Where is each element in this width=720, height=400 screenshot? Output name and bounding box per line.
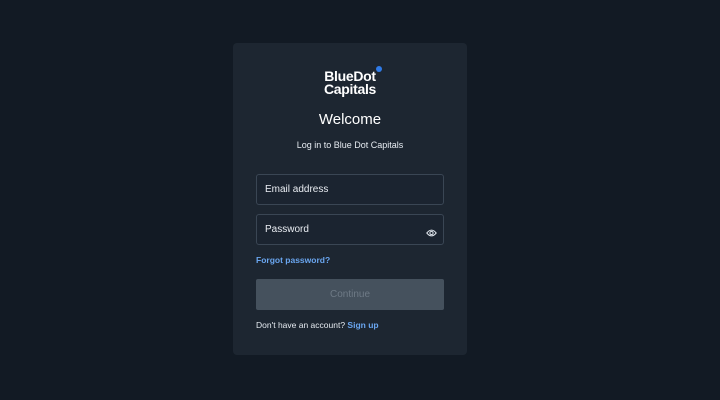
email-field[interactable] [257,175,443,204]
brand-name-line2: Capitals [323,81,377,97]
forgot-password-link[interactable]: Forgot password? [256,255,330,265]
email-field-container [256,174,444,205]
signup-prompt: Don't have an account? [256,320,346,330]
page-title: Welcome [318,111,382,128]
signup-link[interactable]: Sign up [347,320,378,330]
login-subtitle: Log in to Blue Dot Capitals [296,140,404,150]
blue-dot-icon [375,66,382,72]
brand-name-line1: BlueDot [324,68,376,84]
login-card: BlueDot Capitals Welcome Log in to Blue … [233,43,467,355]
brand-logo: BlueDot Capitals [233,66,467,97]
password-field[interactable] [257,215,443,244]
eye-icon[interactable] [426,225,437,237]
continue-button[interactable]: Continue [256,279,444,310]
signup-row: Don't have an account? Sign up [256,320,379,330]
password-field-container [256,214,444,245]
